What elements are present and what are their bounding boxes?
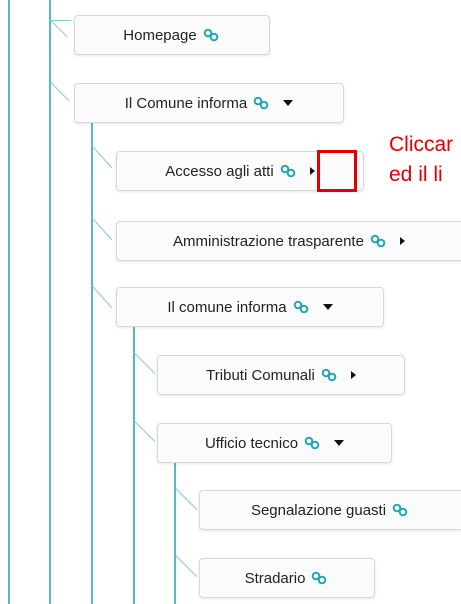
tree-node-ufficio-tecnico[interactable]: Ufficio tecnico — [157, 423, 392, 463]
tree-node-stradario[interactable]: Stradario — [199, 558, 375, 598]
link-icon[interactable] — [280, 164, 296, 178]
connector — [175, 555, 198, 577]
connector — [91, 145, 113, 168]
node-label: Ufficio tecnico — [204, 434, 299, 452]
highlight-box — [317, 150, 357, 192]
link-icon[interactable] — [203, 28, 219, 42]
connector — [133, 420, 156, 442]
caret-down-icon[interactable] — [334, 440, 345, 446]
annotation-text: Cliccar ed il li — [389, 130, 453, 190]
node-label: Il comune informa — [167, 298, 287, 316]
tree-node-tributi[interactable]: Tributi Comunali — [157, 355, 405, 395]
connector — [50, 20, 68, 38]
tree-node-comune-informa[interactable]: Il Comune informa — [74, 83, 344, 123]
tree-line-root — [8, 0, 10, 604]
link-icon[interactable] — [293, 300, 309, 314]
link-icon[interactable] — [304, 436, 320, 450]
link-icon[interactable] — [370, 234, 386, 248]
node-label: Stradario — [244, 569, 306, 587]
caret-down-icon[interactable] — [283, 100, 294, 106]
tree-node-segnalazione[interactable]: Segnalazione guasti — [199, 490, 461, 530]
link-icon[interactable] — [311, 571, 327, 585]
connector — [50, 82, 70, 102]
node-label: Accesso agli atti — [165, 162, 274, 180]
tree-node-homepage[interactable]: Homepage — [74, 15, 270, 55]
node-label: Amministrazione trasparente — [173, 232, 364, 250]
connector — [91, 217, 113, 240]
link-icon[interactable] — [253, 96, 269, 110]
caret-right-icon[interactable] — [309, 167, 315, 175]
node-label: Homepage — [123, 26, 197, 44]
connector — [91, 285, 113, 308]
tree-line-level4 — [174, 460, 176, 604]
connector — [175, 488, 198, 510]
caret-right-icon[interactable] — [350, 371, 356, 379]
node-label: Il Comune informa — [124, 94, 248, 112]
link-icon[interactable] — [321, 368, 337, 382]
connector — [133, 352, 156, 374]
node-label: Segnalazione guasti — [250, 501, 387, 519]
caret-right-icon[interactable] — [399, 237, 405, 245]
tree-line-level3 — [133, 326, 135, 604]
tree-node-amministrazione[interactable]: Amministrazione trasparente — [116, 221, 461, 261]
annotation-line-1: Cliccar — [389, 133, 454, 156]
tree-line-level2 — [91, 100, 93, 604]
caret-down-icon[interactable] — [322, 304, 333, 310]
tree-node-comune-informa-sub[interactable]: Il comune informa — [116, 287, 384, 327]
node-label: Tributi Comunali — [206, 366, 315, 384]
link-icon[interactable] — [392, 503, 408, 517]
annotation-line-2: ed il li — [389, 163, 443, 186]
tree-line-level1 — [49, 0, 51, 604]
